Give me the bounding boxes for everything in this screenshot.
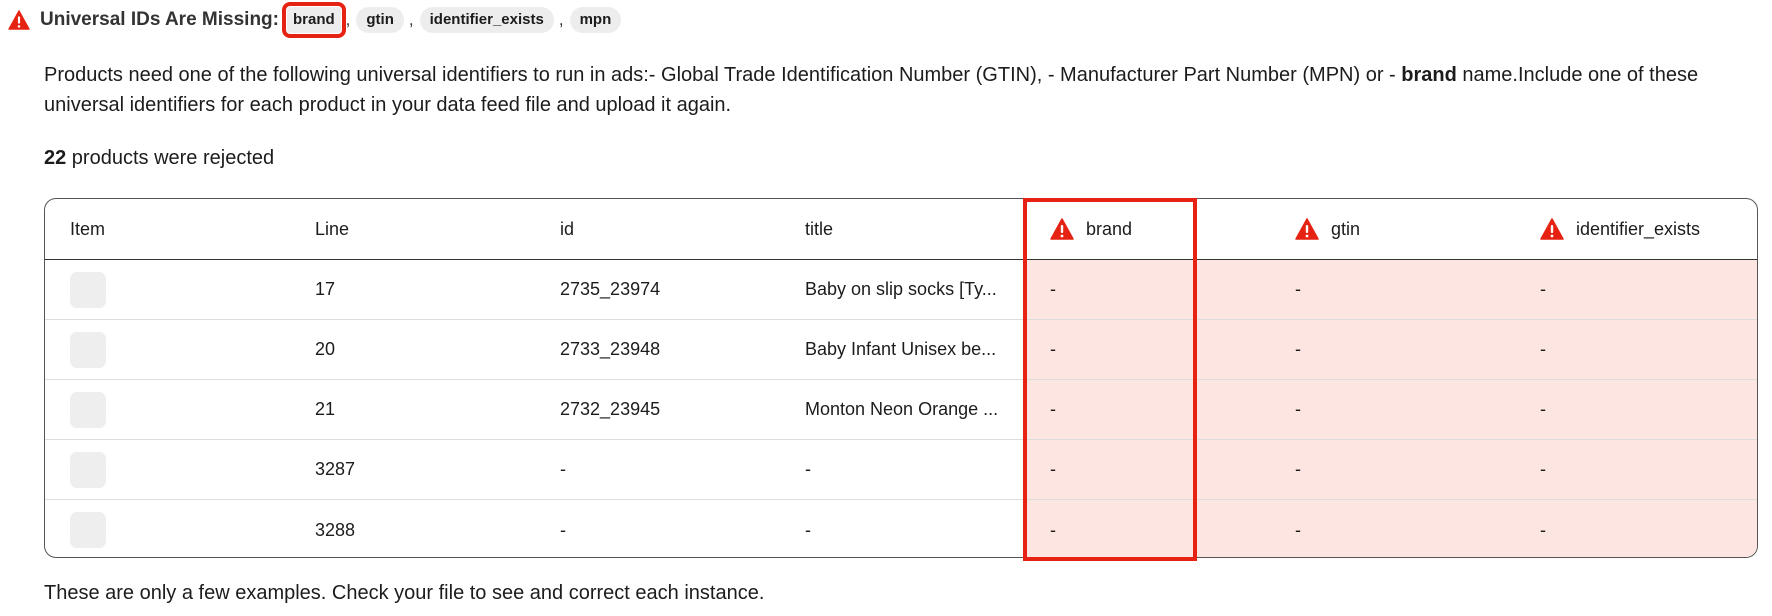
product-thumbnail — [70, 391, 106, 428]
gtin-cell: - — [1270, 260, 1515, 319]
id-cell: 2733_23948 — [560, 339, 661, 359]
rejected-summary: 22 products were rejected — [44, 144, 274, 172]
description-bold: brand — [1401, 64, 1457, 86]
column-label: identifier_exists — [1576, 218, 1701, 239]
column-header-brand: brand — [1025, 199, 1270, 259]
id-cell: 2732_23945 — [560, 399, 661, 419]
title-cell: Baby Infant Unisex be... — [805, 339, 997, 359]
table-row: 21 2732_23945 Monton Neon Orange ... - -… — [45, 380, 1757, 440]
id-cell: 2735_23974 — [560, 279, 661, 299]
table-header-row: Item Line id title brand gtin identifier… — [45, 199, 1757, 260]
line-cell: 3288 — [315, 519, 356, 540]
brand-cell: - — [1025, 500, 1270, 557]
rejected-text: products were rejected — [66, 147, 275, 169]
line-cell: 17 — [315, 279, 336, 299]
error-description: Products need one of the following unive… — [44, 60, 1744, 120]
gtin-cell: - — [1270, 440, 1515, 499]
identifier-exists-cell: - — [1515, 320, 1757, 379]
gtin-cell: - — [1270, 320, 1515, 379]
title-cell: - — [805, 519, 811, 540]
id-cell: - — [560, 519, 566, 540]
item-cell — [45, 320, 290, 379]
title-cell: Monton Neon Orange ... — [805, 399, 999, 419]
error-header: Universal IDs Are Missing: brand , gtin … — [8, 2, 622, 38]
product-thumbnail — [70, 331, 106, 368]
identifier-exists-cell: - — [1515, 260, 1757, 319]
error-title: Universal IDs Are Missing: — [40, 9, 279, 30]
tag-brand: brand — [282, 2, 346, 38]
identifier-exists-cell: - — [1515, 380, 1757, 439]
column-label: title — [805, 218, 834, 239]
column-label: Item — [70, 218, 106, 239]
item-cell — [45, 500, 290, 557]
tag-separator: , — [408, 10, 414, 29]
examples-note: These are only a few examples. Check you… — [44, 582, 765, 604]
column-header-item: Item — [45, 199, 290, 259]
tag-separator: , — [558, 10, 564, 29]
column-header-line: Line — [290, 199, 535, 259]
column-header-id: id — [535, 199, 780, 259]
brand-cell: - — [1025, 320, 1270, 379]
product-thumbnail — [70, 512, 106, 548]
tag-identifier-exists: identifier_exists — [419, 7, 554, 33]
brand-cell: - — [1025, 380, 1270, 439]
title-cell: Baby on slip socks [Ty... — [805, 279, 997, 299]
line-cell: 20 — [315, 339, 336, 359]
title-cell: - — [805, 459, 811, 479]
tag-mpn: mpn — [569, 7, 622, 33]
identifier-exists-cell: - — [1515, 440, 1757, 499]
item-cell — [45, 260, 290, 319]
column-label: gtin — [1331, 218, 1361, 239]
line-cell: 21 — [315, 399, 336, 419]
warning-triangle-icon — [1295, 218, 1319, 240]
column-header-title: title — [780, 199, 1025, 259]
column-label: Line — [315, 218, 350, 239]
id-cell: - — [560, 459, 566, 479]
table-row: 3287 - - - - - — [45, 440, 1757, 500]
column-header-identifier-exists: identifier_exists — [1515, 199, 1757, 259]
table-row: 3288 - - - - - — [45, 500, 1757, 557]
brand-cell: - — [1025, 260, 1270, 319]
brand-cell: - — [1025, 440, 1270, 499]
warning-triangle-icon — [1050, 218, 1074, 240]
item-cell — [45, 440, 290, 499]
column-label: brand — [1086, 218, 1133, 239]
rejected-count: 22 — [44, 147, 67, 169]
rejected-products-table: Item Line id title brand gtin identifier… — [44, 198, 1758, 558]
line-cell: 3287 — [315, 459, 356, 479]
tag-gtin: gtin — [356, 7, 404, 33]
product-thumbnail — [70, 451, 106, 488]
item-cell — [45, 380, 290, 439]
identifier-exists-cell: - — [1515, 500, 1757, 557]
tag-separator: , — [345, 10, 351, 29]
description-text: Products need one of the following unive… — [44, 64, 1402, 86]
column-label: id — [560, 218, 575, 239]
column-header-gtin: gtin — [1270, 199, 1515, 259]
warning-triangle-icon — [1540, 218, 1564, 240]
gtin-cell: - — [1270, 500, 1515, 557]
gtin-cell: - — [1270, 380, 1515, 439]
table-row: 17 2735_23974 Baby on slip socks [Ty... … — [45, 260, 1757, 320]
table-row: 20 2733_23948 Baby Infant Unisex be... -… — [45, 320, 1757, 380]
warning-triangle-icon — [8, 10, 30, 30]
product-thumbnail — [70, 271, 106, 308]
